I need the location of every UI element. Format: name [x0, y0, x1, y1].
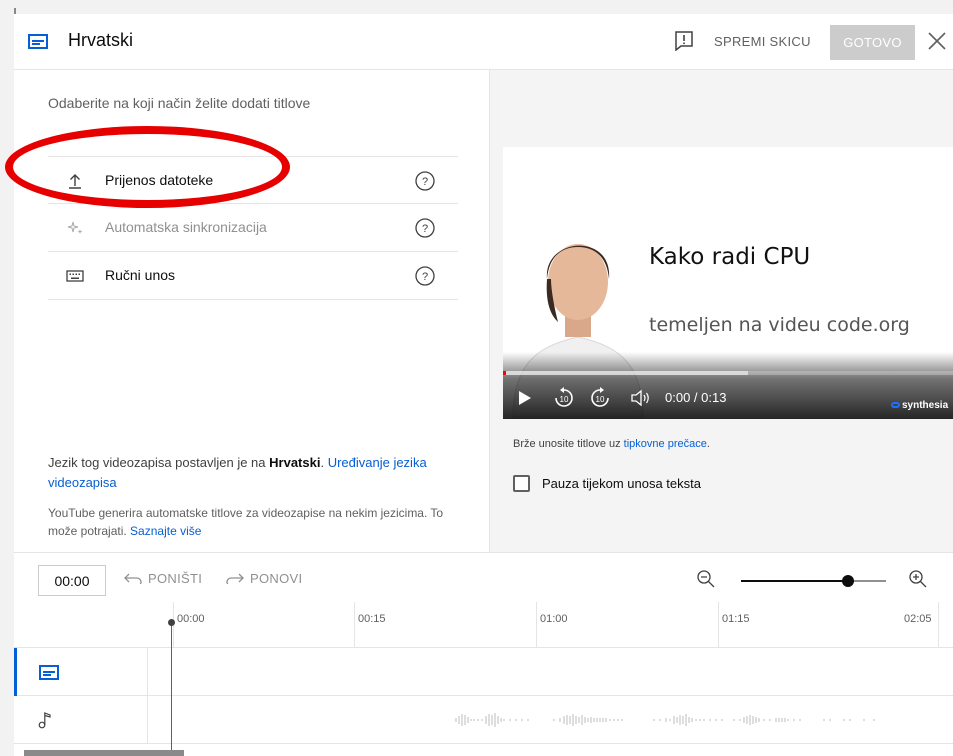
timeline[interactable]: 00:00 00:15 01:00 01:15 02:05 — [14, 602, 953, 756]
forward-10-icon[interactable]: 10 — [589, 387, 611, 409]
audio-track-header — [14, 696, 148, 744]
dialog-title: Hrvatski — [68, 30, 134, 50]
svg-text:10: 10 — [596, 395, 605, 404]
method-panel: Odaberite na koji način želite dodati ti… — [14, 70, 489, 552]
ruler-tick — [354, 602, 355, 648]
svg-text:10: 10 — [560, 395, 569, 404]
timeline-toolbar: 00:00 PONIŠTI PONOVI — [14, 552, 953, 602]
ruler-label: 00:15 — [358, 613, 386, 625]
subtitles-track-header — [14, 648, 148, 696]
keyboard-icon — [66, 270, 84, 282]
help-icon[interactable]: ? — [414, 170, 436, 192]
option-auto-sync[interactable]: Automatska sinkronizacija ? — [48, 204, 458, 252]
undo-icon — [124, 573, 142, 587]
playhead-handle[interactable] — [168, 619, 175, 626]
auto-captions-note: YouTube generira automatske titlove za v… — [48, 504, 468, 540]
audio-waveform — [455, 713, 875, 727]
timeline-scrollbar[interactable] — [24, 750, 184, 756]
timeline-ruler: 00:00 00:15 01:00 01:15 02:05 — [14, 602, 953, 648]
zoom-out-icon[interactable] — [696, 569, 716, 589]
learn-more-link[interactable]: Saznajte više — [130, 524, 201, 538]
rewind-10-icon[interactable]: 10 — [553, 387, 575, 409]
svg-text:?: ? — [422, 223, 428, 235]
ruler-tick — [718, 602, 719, 648]
feedback-icon[interactable] — [675, 31, 693, 51]
subtitles-track[interactable] — [14, 648, 953, 696]
sparkle-icon — [67, 221, 83, 234]
ruler-label: 01:00 — [540, 613, 568, 625]
option-label: Automatska sinkronizacija — [105, 219, 267, 235]
subtitles-icon — [28, 34, 48, 49]
svg-text:?: ? — [422, 176, 428, 188]
keyboard-shortcuts-link[interactable]: tipkovne prečace — [624, 438, 707, 450]
svg-text:?: ? — [422, 271, 428, 283]
redo-button[interactable]: PONOVI — [226, 571, 303, 587]
ruler-label: 02:05 — [904, 613, 932, 625]
music-note-icon — [38, 712, 51, 729]
player-progress-bar[interactable] — [503, 371, 953, 375]
preview-panel: Kako radi CPU temeljen na videu code.org… — [489, 70, 953, 552]
brand-watermark: synthesia — [891, 400, 948, 411]
time-display: 0:00 / 0:13 — [665, 390, 727, 405]
current-time-field[interactable]: 00:00 — [38, 565, 106, 596]
help-icon[interactable]: ? — [414, 265, 436, 287]
shortcut-note-text: Brže unosite titlove uz — [513, 438, 624, 450]
subtitles-dialog: Hrvatski SPREMI SKICU GOTOVO Odaberite n… — [14, 14, 953, 756]
dialog-header: Hrvatski SPREMI SKICU GOTOVO — [14, 14, 953, 70]
brand-name: synthesia — [902, 400, 949, 411]
save-draft-button[interactable]: SPREMI SKICU — [714, 34, 811, 49]
video-title-text: Kako radi CPU — [649, 244, 811, 270]
video-player[interactable]: Kako radi CPU temeljen na videu code.org… — [503, 147, 953, 419]
audio-track[interactable] — [14, 696, 953, 744]
zoom-slider-rest — [851, 580, 886, 582]
shortcut-note-end: . — [706, 438, 710, 450]
playhead-line[interactable] — [171, 622, 172, 756]
auto-captions-text: YouTube generira automatske titlove za v… — [48, 506, 444, 538]
zoom-slider-thumb[interactable] — [842, 575, 854, 587]
done-button[interactable]: GOTOVO — [830, 25, 915, 60]
option-label: Ručni unos — [105, 267, 176, 283]
pause-while-typing-checkbox[interactable] — [513, 475, 530, 492]
close-icon[interactable] — [926, 30, 948, 52]
upload-icon — [69, 174, 81, 189]
language-note-text: Jezik tog videozapisa postavljen je na — [48, 455, 270, 470]
volume-icon[interactable] — [629, 387, 651, 409]
ruler-label: 01:15 — [722, 613, 750, 625]
zoom-in-icon[interactable] — [908, 569, 928, 589]
zoom-slider-track[interactable] — [741, 580, 886, 582]
undo-label: PONIŠTI — [148, 571, 203, 586]
language-note-dot: . — [320, 455, 328, 470]
ruler-tick — [938, 602, 939, 648]
help-icon[interactable]: ? — [414, 217, 436, 239]
progress-played — [503, 371, 506, 375]
subtitles-track-icon — [39, 665, 59, 680]
ruler-label: 00:00 — [177, 613, 205, 625]
redo-icon — [226, 573, 244, 587]
ruler-tick — [536, 602, 537, 648]
progress-buffer — [503, 371, 748, 375]
video-subtitle-text: temeljen na videu code.org — [649, 314, 910, 336]
option-label: Prijenos datoteke — [105, 172, 214, 188]
method-prompt: Odaberite na koji način želite dodati ti… — [48, 95, 311, 111]
option-manual-entry[interactable]: Ručni unos ? — [48, 252, 458, 300]
option-upload-file[interactable]: Prijenos datoteke ? — [48, 156, 458, 204]
undo-button[interactable]: PONIŠTI — [124, 571, 203, 587]
language-note: Jezik tog videozapisa postavljen je na H… — [48, 453, 458, 493]
redo-label: PONOVI — [250, 571, 303, 586]
language-name: Hrvatski — [269, 455, 321, 470]
shortcut-note: Brže unosite titlove uz tipkovne prečace… — [513, 438, 710, 450]
pause-while-typing-label: Pauza tijekom unosa teksta — [542, 476, 701, 491]
play-icon[interactable] — [517, 387, 533, 409]
